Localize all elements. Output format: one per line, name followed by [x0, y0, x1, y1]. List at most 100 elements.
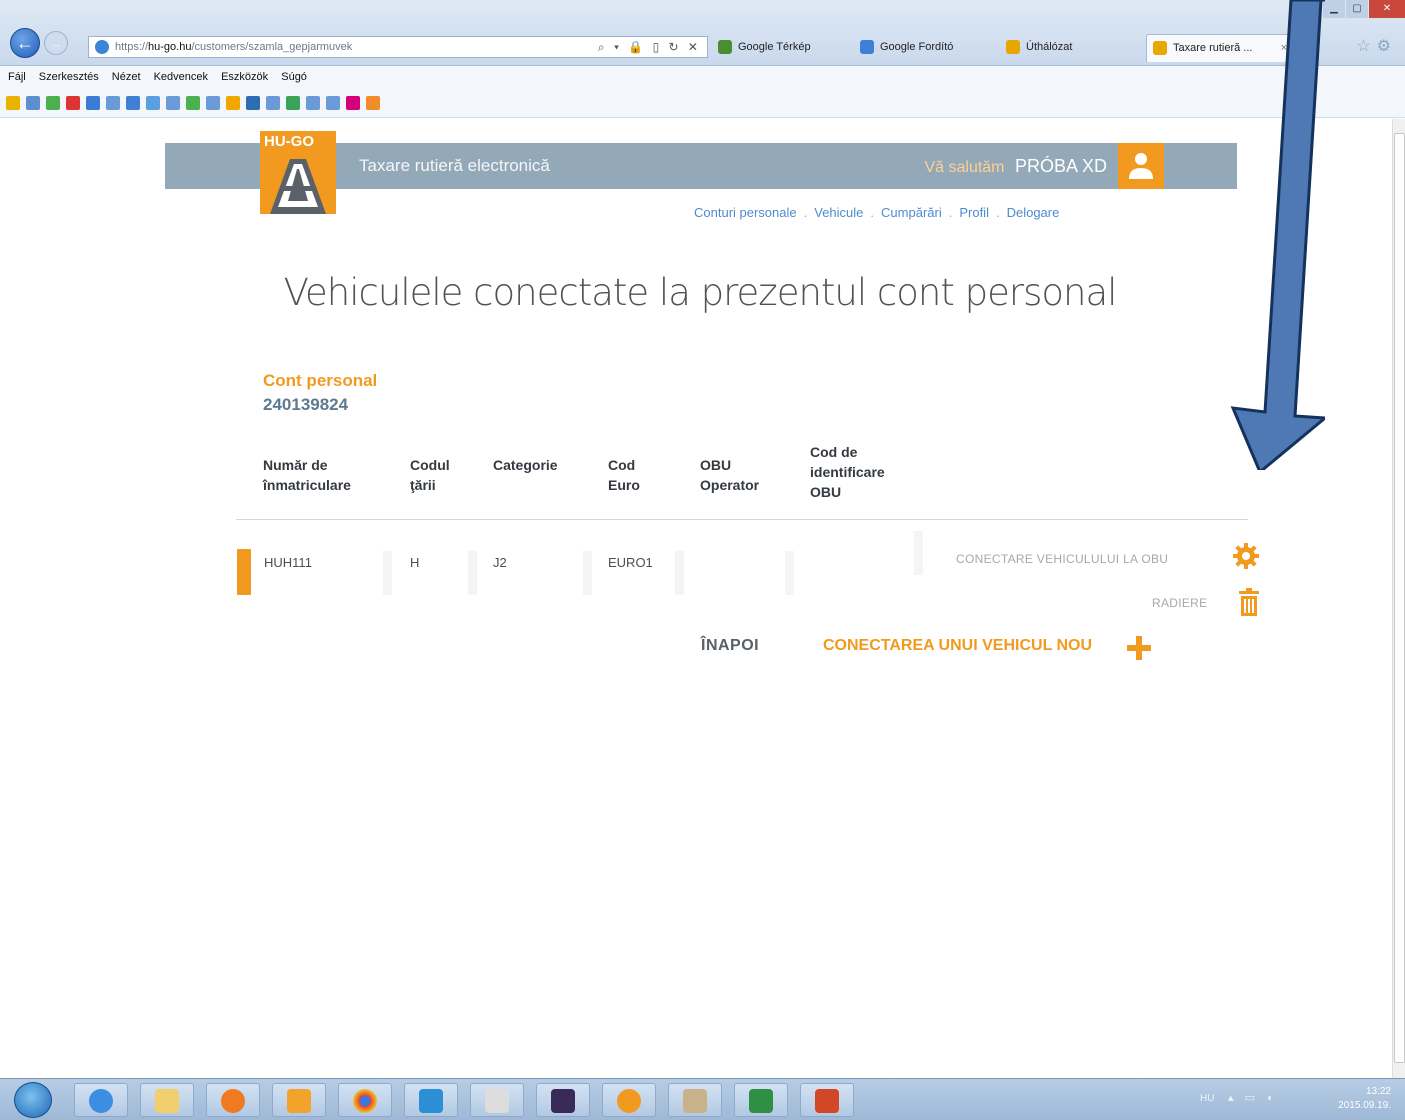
start-button[interactable]: [14, 1082, 52, 1118]
taskbar-ie[interactable]: [74, 1083, 128, 1117]
header-line: Număr de: [263, 457, 328, 473]
favorite-icon[interactable]: [106, 95, 120, 110]
delete-link[interactable]: RADIERE: [1152, 596, 1207, 610]
nav-vehicles[interactable]: Vehicule: [814, 205, 863, 220]
tab-google-translate[interactable]: Google Fordító: [854, 34, 989, 62]
taskbar-lync[interactable]: [404, 1083, 458, 1117]
menu-edit[interactable]: Szerkesztés: [39, 71, 99, 83]
taskbar-excel[interactable]: [734, 1083, 788, 1117]
header-line: Operator: [700, 477, 760, 493]
ie-page-icon: [1006, 40, 1020, 54]
hu-go-logo[interactable]: HU-GO: [260, 131, 336, 214]
favorite-icon[interactable]: [66, 95, 80, 110]
header-line: Categorie: [493, 457, 558, 473]
column-header-category: Categorie: [493, 455, 558, 475]
favorite-icon[interactable]: [226, 95, 240, 110]
cell-euro: EURO1: [608, 555, 653, 570]
favorite-icon[interactable]: [326, 95, 340, 110]
header-line: ţării: [410, 477, 436, 493]
favorite-icon[interactable]: [286, 95, 300, 110]
favorites-bar: [0, 88, 1405, 118]
close-window-button[interactable]: ✕: [1369, 0, 1405, 18]
address-tools[interactable]: ⌕ ▾ 🔒 ▯ ↻ ✕: [598, 37, 701, 57]
menu-view[interactable]: Nézet: [112, 71, 141, 83]
favorite-icon[interactable]: [306, 95, 320, 110]
app-icon: [485, 1089, 509, 1113]
back-link[interactable]: ÎNAPOI: [701, 637, 759, 655]
favorite-icon[interactable]: [366, 95, 380, 110]
browser-titlebar: ← → https://hu-go.hu/customers/szamla_ge…: [0, 0, 1405, 66]
favorite-icon[interactable]: [346, 95, 360, 110]
maximize-button[interactable]: ▢: [1346, 0, 1368, 18]
menu-bar: Fájl Szerkesztés Nézet Kedvencek Eszközö…: [0, 66, 1405, 88]
column-separator: [675, 551, 684, 595]
column-separator: [785, 551, 794, 595]
favorite-icon[interactable]: [206, 95, 220, 110]
back-button[interactable]: ←: [10, 28, 40, 58]
taskbar-explorer[interactable]: [140, 1083, 194, 1117]
connect-obu-link[interactable]: CONECTARE VEHICULULUI LA OBU: [956, 552, 1168, 566]
plus-icon[interactable]: [1126, 635, 1152, 661]
trash-icon[interactable]: [1238, 587, 1260, 617]
taskbar-contacts[interactable]: [668, 1083, 722, 1117]
favorite-icon[interactable]: [246, 95, 260, 110]
taskbar-outlook[interactable]: [272, 1083, 326, 1117]
nav-logout[interactable]: Delogare: [1007, 205, 1060, 220]
powerpoint-icon: [815, 1089, 839, 1113]
language-indicator[interactable]: HU: [1200, 1093, 1214, 1104]
add-new-vehicle-link[interactable]: CONECTAREA UNUI VEHICUL NOU: [823, 637, 1092, 655]
ie-page-icon: [1153, 41, 1167, 55]
nav-profile[interactable]: Profil: [959, 205, 989, 220]
cell-country: H: [410, 555, 420, 570]
menu-file[interactable]: Fájl: [8, 71, 26, 83]
tab-uthalozat[interactable]: Úthálózat: [1000, 34, 1140, 62]
favorite-icon[interactable]: [46, 95, 60, 110]
scrollbar-thumb[interactable]: [1394, 133, 1405, 1063]
minimize-button[interactable]: ▁: [1323, 0, 1345, 18]
clock-date: 2015.09.19.: [1338, 1100, 1391, 1111]
taskbar-powerpoint[interactable]: [800, 1083, 854, 1117]
header-line: Codul: [410, 457, 450, 473]
menu-help[interactable]: Súgó: [281, 71, 307, 83]
menu-favorites[interactable]: Kedvencek: [154, 71, 208, 83]
favorite-icon[interactable]: [126, 95, 140, 110]
tray-icons[interactable]: ▴ ▭ ◖: [1228, 1091, 1277, 1104]
favorite-icon[interactable]: [166, 95, 180, 110]
gear-icon[interactable]: [1232, 542, 1260, 570]
taskbar-media[interactable]: [206, 1083, 260, 1117]
nav-purchases[interactable]: Cumpărări: [881, 205, 942, 220]
folder-icon: [155, 1089, 179, 1113]
favorite-icon[interactable]: [146, 95, 160, 110]
favorite-icon[interactable]: [26, 95, 40, 110]
cell-plate: HUH111: [264, 555, 312, 570]
tab-google-maps[interactable]: Google Térkép: [712, 34, 842, 62]
favorites-star-icon[interactable]: ☆⚙: [1356, 36, 1397, 56]
excel-icon: [749, 1089, 773, 1113]
nav-personal-accounts[interactable]: Conturi personale: [694, 205, 797, 220]
header-line: Euro: [608, 477, 640, 493]
google-maps-icon: [718, 40, 732, 54]
taskbar-app2[interactable]: [602, 1083, 656, 1117]
menu-tools[interactable]: Eszközök: [221, 71, 268, 83]
tab-label: Úthálózat: [1026, 41, 1073, 53]
favorite-icon[interactable]: [86, 95, 100, 110]
column-header-obu-id: Cod de identificare OBU: [810, 442, 885, 502]
user-avatar[interactable]: [1118, 143, 1164, 189]
favorite-icon[interactable]: [266, 95, 280, 110]
address-bar[interactable]: https://hu-go.hu/customers/szamla_gepjar…: [88, 36, 708, 58]
favorite-icon[interactable]: [186, 95, 200, 110]
row-marker: [237, 549, 251, 595]
taskbar-app[interactable]: [470, 1083, 524, 1117]
vertical-scrollbar[interactable]: [1392, 119, 1405, 1078]
clock[interactable]: 13:22 2015.09.19.: [1338, 1085, 1391, 1113]
user-name[interactable]: PRÓBA XD: [1015, 156, 1107, 176]
account-label: Cont personal: [263, 371, 378, 390]
address-path: /customers/szamla_gepjarmuvek: [191, 41, 353, 53]
taskbar-chrome[interactable]: [338, 1083, 392, 1117]
lync-icon: [419, 1089, 443, 1113]
forward-button[interactable]: →: [44, 31, 68, 55]
taskbar-phone[interactable]: [536, 1083, 590, 1117]
favorite-icon[interactable]: [6, 95, 20, 110]
windows-taskbar: HU ▴ ▭ ◖ 13:22 2015.09.19.: [0, 1078, 1405, 1120]
greeting: Vă salutăm: [924, 159, 1005, 176]
